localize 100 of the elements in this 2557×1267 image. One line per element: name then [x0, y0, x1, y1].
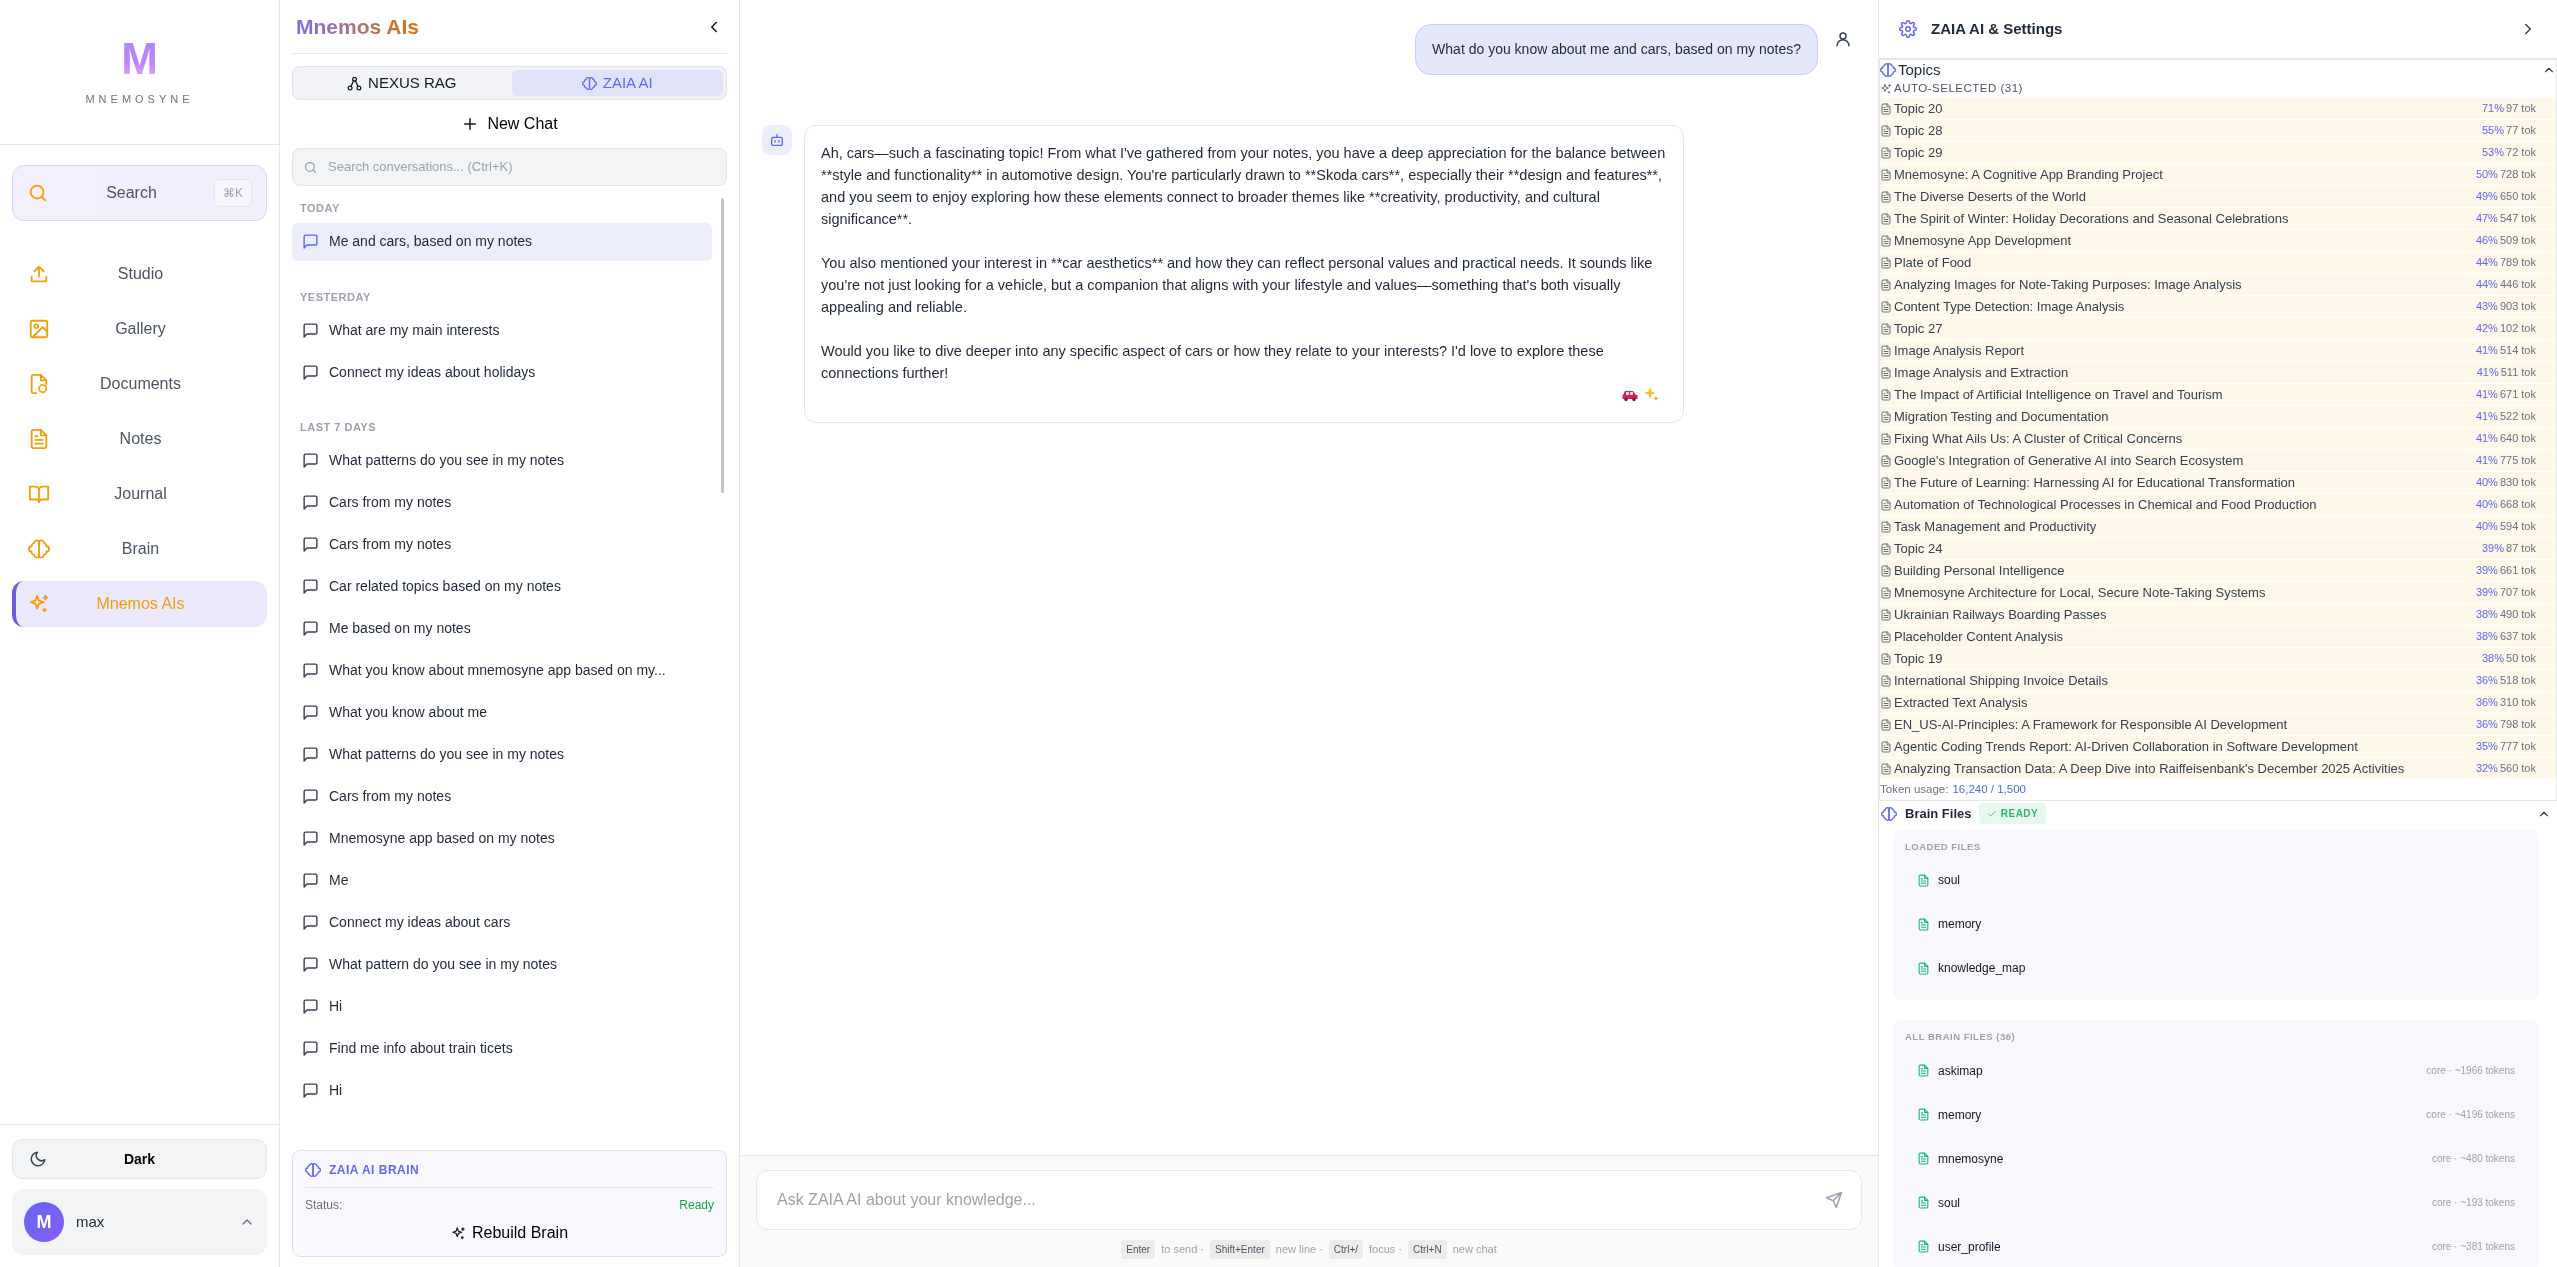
nav-item[interactable]: Studio	[12, 251, 267, 297]
message-input[interactable]: Ask ZAIA AI about your knowledge...	[775, 1187, 1825, 1213]
chat-item[interactable]: What patterns do you see in my notes	[292, 735, 712, 774]
chat-item[interactable]: Mnemosyne app based on my notes	[292, 819, 712, 858]
chat-item[interactable]: Connect my ideas about holidays	[292, 353, 712, 391]
user-menu[interactable]: M max	[12, 1189, 267, 1255]
topic-row[interactable]: Topic 29 53% 72 tok	[1880, 142, 2556, 164]
brain-file-item[interactable]: soul	[1905, 858, 2527, 903]
rebuild-brain-button[interactable]: Rebuild Brain	[444, 1220, 575, 1246]
topic-row[interactable]: Automation of Technological Processes in Chemical and Food Production 40% 668 tok	[1880, 494, 2556, 516]
topic-row[interactable]: Topic 28 55% 77 tok	[1880, 120, 2556, 142]
search-field[interactable]: Search conversations... (Ctrl+K)	[326, 156, 716, 178]
chat-item[interactable]: What patterns do you see in my notes	[292, 441, 712, 480]
chat-item[interactable]: What are my main interests	[292, 311, 712, 349]
file-icon	[1917, 1064, 1930, 1077]
topic-row[interactable]: Content Type Detection: Image Analysis 43% 903 tok	[1880, 296, 2556, 318]
token-count: 798 tok	[2499, 717, 2536, 733]
new-chat-button[interactable]: New Chat	[455, 106, 564, 142]
topic-row[interactable]: Google's Integration of Generative AI into Search Ecosystem 41% 775 tok	[1880, 450, 2556, 472]
topic-row[interactable]: Image Analysis Report 41% 514 tok	[1880, 340, 2556, 362]
chat-item[interactable]: Car related topics based on my notes	[292, 567, 712, 606]
chat-item[interactable]: Me	[292, 861, 712, 900]
logo-text: MNEMOSYNE	[85, 91, 194, 107]
topic-row[interactable]: Image Analysis and Extraction 41% 511 tok	[1880, 362, 2556, 384]
chat-item[interactable]: Connect my ideas about cars	[292, 903, 712, 942]
theme-toggle-button[interactable]: Dark	[12, 1139, 267, 1179]
topic-row[interactable]: Agentic Coding Trends Report: AI-Driven Collaboration in Software Development 35% 777 tok	[1880, 736, 2556, 758]
topic-row[interactable]: Ukrainian Railways Boarding Passes 38% 490 tok	[1880, 604, 2556, 626]
hint-text: new chat	[1452, 1242, 1497, 1258]
mode-tab[interactable]: ZAIA AI	[511, 70, 723, 96]
panel-title: ZAIA AI & Settings	[1931, 18, 2064, 39]
chat-bubble-icon	[302, 788, 319, 805]
group-heading: TODAY	[299, 201, 341, 216]
topic-row[interactable]: Building Personal Intelligence 39% 661 tok	[1880, 560, 2556, 582]
chat-item[interactable]: Cars from my notes	[292, 483, 712, 522]
match-score: 40%	[2475, 475, 2498, 491]
topic-row[interactable]: Topic 27 42% 102 tok	[1880, 318, 2556, 340]
document-icon	[1880, 322, 1892, 335]
chat-item[interactable]: What you know about me	[292, 693, 712, 732]
topic-row[interactable]: Plate of Food 44% 789 tok	[1880, 252, 2556, 274]
chat-item[interactable]: Cars from my notes	[292, 525, 712, 564]
nav-item[interactable]: Notes	[12, 416, 267, 462]
topic-row[interactable]: Topic 20 71% 97 tok	[1880, 98, 2556, 120]
chat-bubble-icon	[302, 872, 319, 889]
topic-row[interactable]: Mnemosyne: A Cognitive App Branding Project 50% 728 tok	[1880, 164, 2556, 186]
chat-item[interactable]: Hi	[292, 1071, 712, 1110]
topic-row[interactable]: The Spirit of Winter: Holiday Decorations and Seasonal Celebrations 47% 547 tok	[1880, 208, 2556, 230]
topic-row[interactable]: Analyzing Transaction Data: A Deep Dive into Raiffeisenbank's December 2025 Activities 32% 560 tok	[1880, 758, 2556, 780]
hint-text: new line ·	[1275, 1242, 1323, 1258]
topic-row[interactable]: EN_US-AI-Principles: A Framework for Responsible AI Development 36% 798 tok	[1880, 714, 2556, 736]
nav-item[interactable]: Brain	[12, 526, 267, 572]
topic-row[interactable]: Topic 24 39% 87 tok	[1880, 538, 2556, 560]
chat-item[interactable]: What you know about mnemosyne app based on my...	[292, 651, 712, 690]
message-paragraph: Would you like to dive deeper into any specific aspect of cars or how they relate to your interests? I'd love to explore these connections further!	[821, 342, 1605, 383]
document-icon	[1880, 520, 1892, 533]
chat-item[interactable]: Find me info about train ticets	[292, 1029, 712, 1068]
nav-item[interactable]: Journal	[12, 471, 267, 517]
search-button[interactable]: Search ⌘K	[12, 165, 267, 221]
brain-file-item[interactable]: user_profile core · ~381 tokens	[1905, 1224, 2527, 1267]
chat-item[interactable]: What pattern do you see in my notes	[292, 945, 712, 984]
search-box[interactable]: Search conversations... (Ctrl+K)	[292, 148, 727, 186]
topic-row[interactable]: The Diverse Deserts of the World 49% 650 tok	[1880, 186, 2556, 208]
topic-row[interactable]: Topic 19 38% 50 tok	[1880, 648, 2556, 670]
chat-item[interactable]: Me based on my notes	[292, 609, 712, 648]
brain-file-item[interactable]: mnemosyne core · ~480 tokens	[1905, 1136, 2527, 1181]
file-icon	[1917, 961, 1930, 975]
topic-row[interactable]: The Future of Learning: Harnessing AI for Educational Transformation 40% 830 tok	[1880, 472, 2556, 494]
chat-item[interactable]: Hi	[292, 987, 712, 1026]
message-box[interactable]: Ask ZAIA AI about your knowledge...	[756, 1170, 1862, 1230]
book-icon	[28, 483, 50, 505]
topic-row[interactable]: International Shipping Invoice Details 36% 518 tok	[1880, 670, 2556, 692]
brain-file-item[interactable]: askimap core · ~1966 tokens	[1905, 1048, 2527, 1093]
chat-item[interactable]: Cars from my notes	[292, 777, 712, 816]
topic-row[interactable]: Mnemosyne App Development 46% 509 tok	[1880, 230, 2556, 252]
nav-item[interactable]: Gallery	[12, 306, 267, 352]
scrollbar[interactable]	[721, 198, 724, 493]
match-score: 36%	[2475, 695, 2498, 711]
chat-item[interactable]: Me and cars, based on my notes	[292, 222, 712, 261]
brain-file-item[interactable]: memory core · ~4196 tokens	[1905, 1092, 2527, 1137]
mode-tab[interactable]: NEXUS RAG	[296, 70, 508, 96]
document-icon	[1880, 256, 1892, 269]
topic-row[interactable]: Placeholder Content Analysis 38% 637 tok	[1880, 626, 2556, 648]
topic-row[interactable]: Mnemosyne Architecture for Local, Secure Note-Taking Systems 39% 707 tok	[1880, 582, 2556, 604]
brain-file-item[interactable]: knowledge_map	[1905, 946, 2527, 991]
chat-bubble-icon	[302, 746, 319, 763]
user-name: max	[76, 1211, 106, 1232]
topic-row[interactable]: Extracted Text Analysis 36% 310 tok	[1880, 692, 2556, 714]
topic-row[interactable]: Analyzing Images for Note-Taking Purposes: Image Analysis 44% 446 tok	[1880, 274, 2556, 296]
brain-file-item[interactable]: soul core · ~193 tokens	[1905, 1180, 2527, 1225]
document-icon	[1880, 234, 1892, 247]
topic-row[interactable]: The Impact of Artificial Intelligence on Travel and Tourism 41% 671 tok	[1880, 384, 2556, 406]
topic-row[interactable]: Migration Testing and Documentation 41% 522 tok	[1880, 406, 2556, 428]
document-icon	[1880, 674, 1892, 687]
file-meta: core · ~4196 tokens	[2426, 1108, 2515, 1122]
nav-item[interactable]: Documents	[12, 361, 267, 407]
token-count: 72 tok	[2506, 145, 2536, 161]
topic-row[interactable]: Fixing What Ails Us: A Cluster of Critical Concerns 41% 640 tok	[1880, 428, 2556, 450]
document-icon	[1880, 564, 1892, 577]
topic-row[interactable]: Task Management and Productivity 40% 594 tok	[1880, 516, 2556, 538]
brain-file-item[interactable]: memory	[1905, 902, 2527, 947]
